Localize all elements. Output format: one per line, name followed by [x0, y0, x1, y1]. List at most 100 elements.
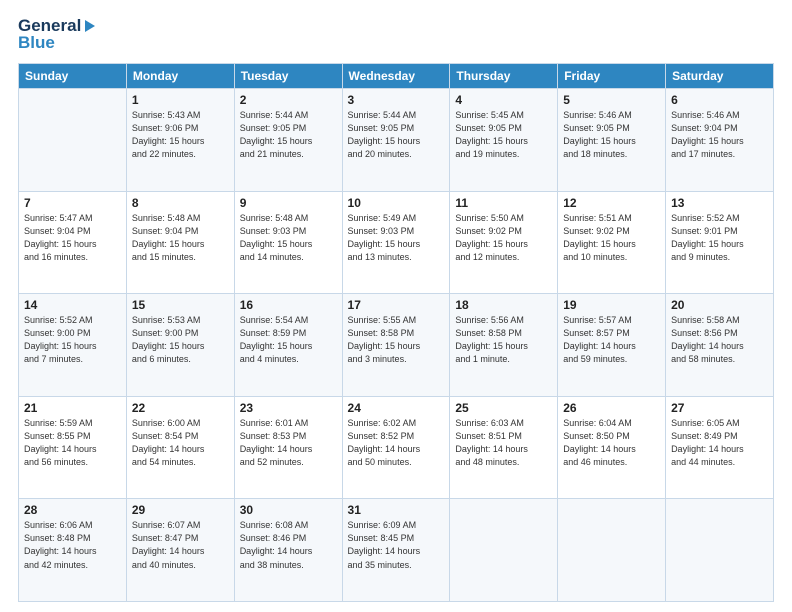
day-info: Sunrise: 6:08 AMSunset: 8:46 PMDaylight:… — [240, 519, 337, 571]
calendar-body: 1 Sunrise: 5:43 AMSunset: 9:06 PMDaylight… — [19, 89, 774, 602]
calendar-cell: 25 Sunrise: 6:03 AMSunset: 8:51 PMDayligh… — [450, 396, 558, 499]
day-number: 9 — [240, 196, 337, 210]
day-number: 4 — [455, 93, 552, 107]
day-number: 16 — [240, 298, 337, 312]
day-number: 20 — [671, 298, 768, 312]
day-info: Sunrise: 5:44 AMSunset: 9:05 PMDaylight:… — [348, 109, 445, 161]
day-number: 21 — [24, 401, 121, 415]
calendar-cell — [558, 499, 666, 602]
day-number: 12 — [563, 196, 660, 210]
day-info: Sunrise: 6:02 AMSunset: 8:52 PMDaylight:… — [348, 417, 445, 469]
day-info: Sunrise: 5:50 AMSunset: 9:02 PMDaylight:… — [455, 212, 552, 264]
day-number: 22 — [132, 401, 229, 415]
day-number: 17 — [348, 298, 445, 312]
calendar-cell: 27 Sunrise: 6:05 AMSunset: 8:49 PMDayligh… — [666, 396, 774, 499]
calendar-cell: 14 Sunrise: 5:52 AMSunset: 9:00 PMDayligh… — [19, 294, 127, 397]
day-info: Sunrise: 5:51 AMSunset: 9:02 PMDaylight:… — [563, 212, 660, 264]
day-number: 31 — [348, 503, 445, 517]
day-info: Sunrise: 5:46 AMSunset: 9:05 PMDaylight:… — [563, 109, 660, 161]
page: GeneralBlue SundayMondayTuesdayWednesday… — [0, 0, 792, 612]
day-number: 19 — [563, 298, 660, 312]
day-number: 3 — [348, 93, 445, 107]
calendar-cell: 4 Sunrise: 5:45 AMSunset: 9:05 PMDaylight… — [450, 89, 558, 192]
calendar-cell: 15Sunrise: 5:53 AMSunset: 9:00 PMDayligh… — [126, 294, 234, 397]
day-number: 18 — [455, 298, 552, 312]
calendar-cell — [19, 89, 127, 192]
logo-blue-text: Blue — [18, 33, 97, 53]
day-info: Sunrise: 6:05 AMSunset: 8:49 PMDaylight:… — [671, 417, 768, 469]
calendar-cell: 18Sunrise: 5:56 AMSunset: 8:58 PMDayligh… — [450, 294, 558, 397]
day-info: Sunrise: 5:47 AMSunset: 9:04 PMDaylight:… — [24, 212, 121, 264]
day-info: Sunrise: 6:01 AMSunset: 8:53 PMDaylight:… — [240, 417, 337, 469]
day-info: Sunrise: 5:49 AMSunset: 9:03 PMDaylight:… — [348, 212, 445, 264]
calendar-cell: 3 Sunrise: 5:44 AMSunset: 9:05 PMDaylight… — [342, 89, 450, 192]
day-info: Sunrise: 6:00 AMSunset: 8:54 PMDaylight:… — [132, 417, 229, 469]
day-info: Sunrise: 6:04 AMSunset: 8:50 PMDaylight:… — [563, 417, 660, 469]
calendar-header-row: SundayMondayTuesdayWednesdayThursdayFrid… — [19, 64, 774, 89]
day-number: 25 — [455, 401, 552, 415]
calendar-cell: 13Sunrise: 5:52 AMSunset: 9:01 PMDayligh… — [666, 191, 774, 294]
calendar-cell: 30 Sunrise: 6:08 AMSunset: 8:46 PMDayligh… — [234, 499, 342, 602]
calendar-cell: 5Sunrise: 5:46 AMSunset: 9:05 PMDaylight… — [558, 89, 666, 192]
calendar-cell: 6Sunrise: 5:46 AMSunset: 9:04 PMDaylight… — [666, 89, 774, 192]
calendar-cell — [666, 499, 774, 602]
calendar-cell: 19 Sunrise: 5:57 AMSunset: 8:57 PMDayligh… — [558, 294, 666, 397]
calendar-cell: 17 Sunrise: 5:55 AMSunset: 8:58 PMDayligh… — [342, 294, 450, 397]
calendar-cell: 20 Sunrise: 5:58 AMSunset: 8:56 PMDayligh… — [666, 294, 774, 397]
calendar-header-cell: Friday — [558, 64, 666, 89]
day-info: Sunrise: 6:06 AMSunset: 8:48 PMDaylight:… — [24, 519, 121, 571]
day-number: 30 — [240, 503, 337, 517]
day-number: 27 — [671, 401, 768, 415]
day-number: 28 — [24, 503, 121, 517]
calendar-cell: 24 Sunrise: 6:02 AMSunset: 8:52 PMDayligh… — [342, 396, 450, 499]
day-info: Sunrise: 5:55 AMSunset: 8:58 PMDaylight:… — [348, 314, 445, 366]
calendar-cell: 2 Sunrise: 5:44 AMSunset: 9:05 PMDaylight… — [234, 89, 342, 192]
day-info: Sunrise: 5:43 AMSunset: 9:06 PMDaylight:… — [132, 109, 229, 161]
calendar-cell: 9 Sunrise: 5:48 AMSunset: 9:03 PMDaylight… — [234, 191, 342, 294]
day-number: 2 — [240, 93, 337, 107]
day-info: Sunrise: 5:59 AMSunset: 8:55 PMDaylight:… — [24, 417, 121, 469]
logo: GeneralBlue — [18, 16, 97, 53]
calendar-header-cell: Tuesday — [234, 64, 342, 89]
calendar-header-cell: Monday — [126, 64, 234, 89]
day-info: Sunrise: 5:54 AMSunset: 8:59 PMDaylight:… — [240, 314, 337, 366]
calendar-cell: 21 Sunrise: 5:59 AMSunset: 8:55 PMDayligh… — [19, 396, 127, 499]
day-number: 8 — [132, 196, 229, 210]
day-number: 23 — [240, 401, 337, 415]
calendar-table: SundayMondayTuesdayWednesdayThursdayFrid… — [18, 63, 774, 602]
day-info: Sunrise: 6:07 AMSunset: 8:47 PMDaylight:… — [132, 519, 229, 571]
day-number: 24 — [348, 401, 445, 415]
day-info: Sunrise: 5:48 AMSunset: 9:04 PMDaylight:… — [132, 212, 229, 264]
day-number: 7 — [24, 196, 121, 210]
day-number: 26 — [563, 401, 660, 415]
calendar-cell: 28 Sunrise: 6:06 AMSunset: 8:48 PMDayligh… — [19, 499, 127, 602]
day-number: 29 — [132, 503, 229, 517]
calendar-cell — [450, 499, 558, 602]
calendar-cell: 10 Sunrise: 5:49 AMSunset: 9:03 PMDayligh… — [342, 191, 450, 294]
day-info: Sunrise: 5:44 AMSunset: 9:05 PMDaylight:… — [240, 109, 337, 161]
day-info: Sunrise: 5:52 AMSunset: 9:00 PMDaylight:… — [24, 314, 121, 366]
day-info: Sunrise: 5:48 AMSunset: 9:03 PMDaylight:… — [240, 212, 337, 264]
calendar-cell: 11 Sunrise: 5:50 AMSunset: 9:02 PMDayligh… — [450, 191, 558, 294]
day-number: 13 — [671, 196, 768, 210]
calendar-cell: 31 Sunrise: 6:09 AMSunset: 8:45 PMDayligh… — [342, 499, 450, 602]
day-number: 6 — [671, 93, 768, 107]
calendar-header-cell: Thursday — [450, 64, 558, 89]
day-info: Sunrise: 6:03 AMSunset: 8:51 PMDaylight:… — [455, 417, 552, 469]
day-number: 10 — [348, 196, 445, 210]
day-info: Sunrise: 5:57 AMSunset: 8:57 PMDaylight:… — [563, 314, 660, 366]
calendar-cell: 7 Sunrise: 5:47 AMSunset: 9:04 PMDaylight… — [19, 191, 127, 294]
day-number: 11 — [455, 196, 552, 210]
day-info: Sunrise: 6:09 AMSunset: 8:45 PMDaylight:… — [348, 519, 445, 571]
calendar-header-cell: Sunday — [19, 64, 127, 89]
calendar-cell: 22 Sunrise: 6:00 AMSunset: 8:54 PMDayligh… — [126, 396, 234, 499]
calendar-header-cell: Saturday — [666, 64, 774, 89]
day-info: Sunrise: 5:53 AMSunset: 9:00 PMDaylight:… — [132, 314, 229, 366]
day-number: 14 — [24, 298, 121, 312]
calendar-cell: 23 Sunrise: 6:01 AMSunset: 8:53 PMDayligh… — [234, 396, 342, 499]
day-number: 1 — [132, 93, 229, 107]
day-info: Sunrise: 5:58 AMSunset: 8:56 PMDaylight:… — [671, 314, 768, 366]
day-info: Sunrise: 5:45 AMSunset: 9:05 PMDaylight:… — [455, 109, 552, 161]
calendar-cell: 12 Sunrise: 5:51 AMSunset: 9:02 PMDayligh… — [558, 191, 666, 294]
calendar-cell: 16 Sunrise: 5:54 AMSunset: 8:59 PMDayligh… — [234, 294, 342, 397]
